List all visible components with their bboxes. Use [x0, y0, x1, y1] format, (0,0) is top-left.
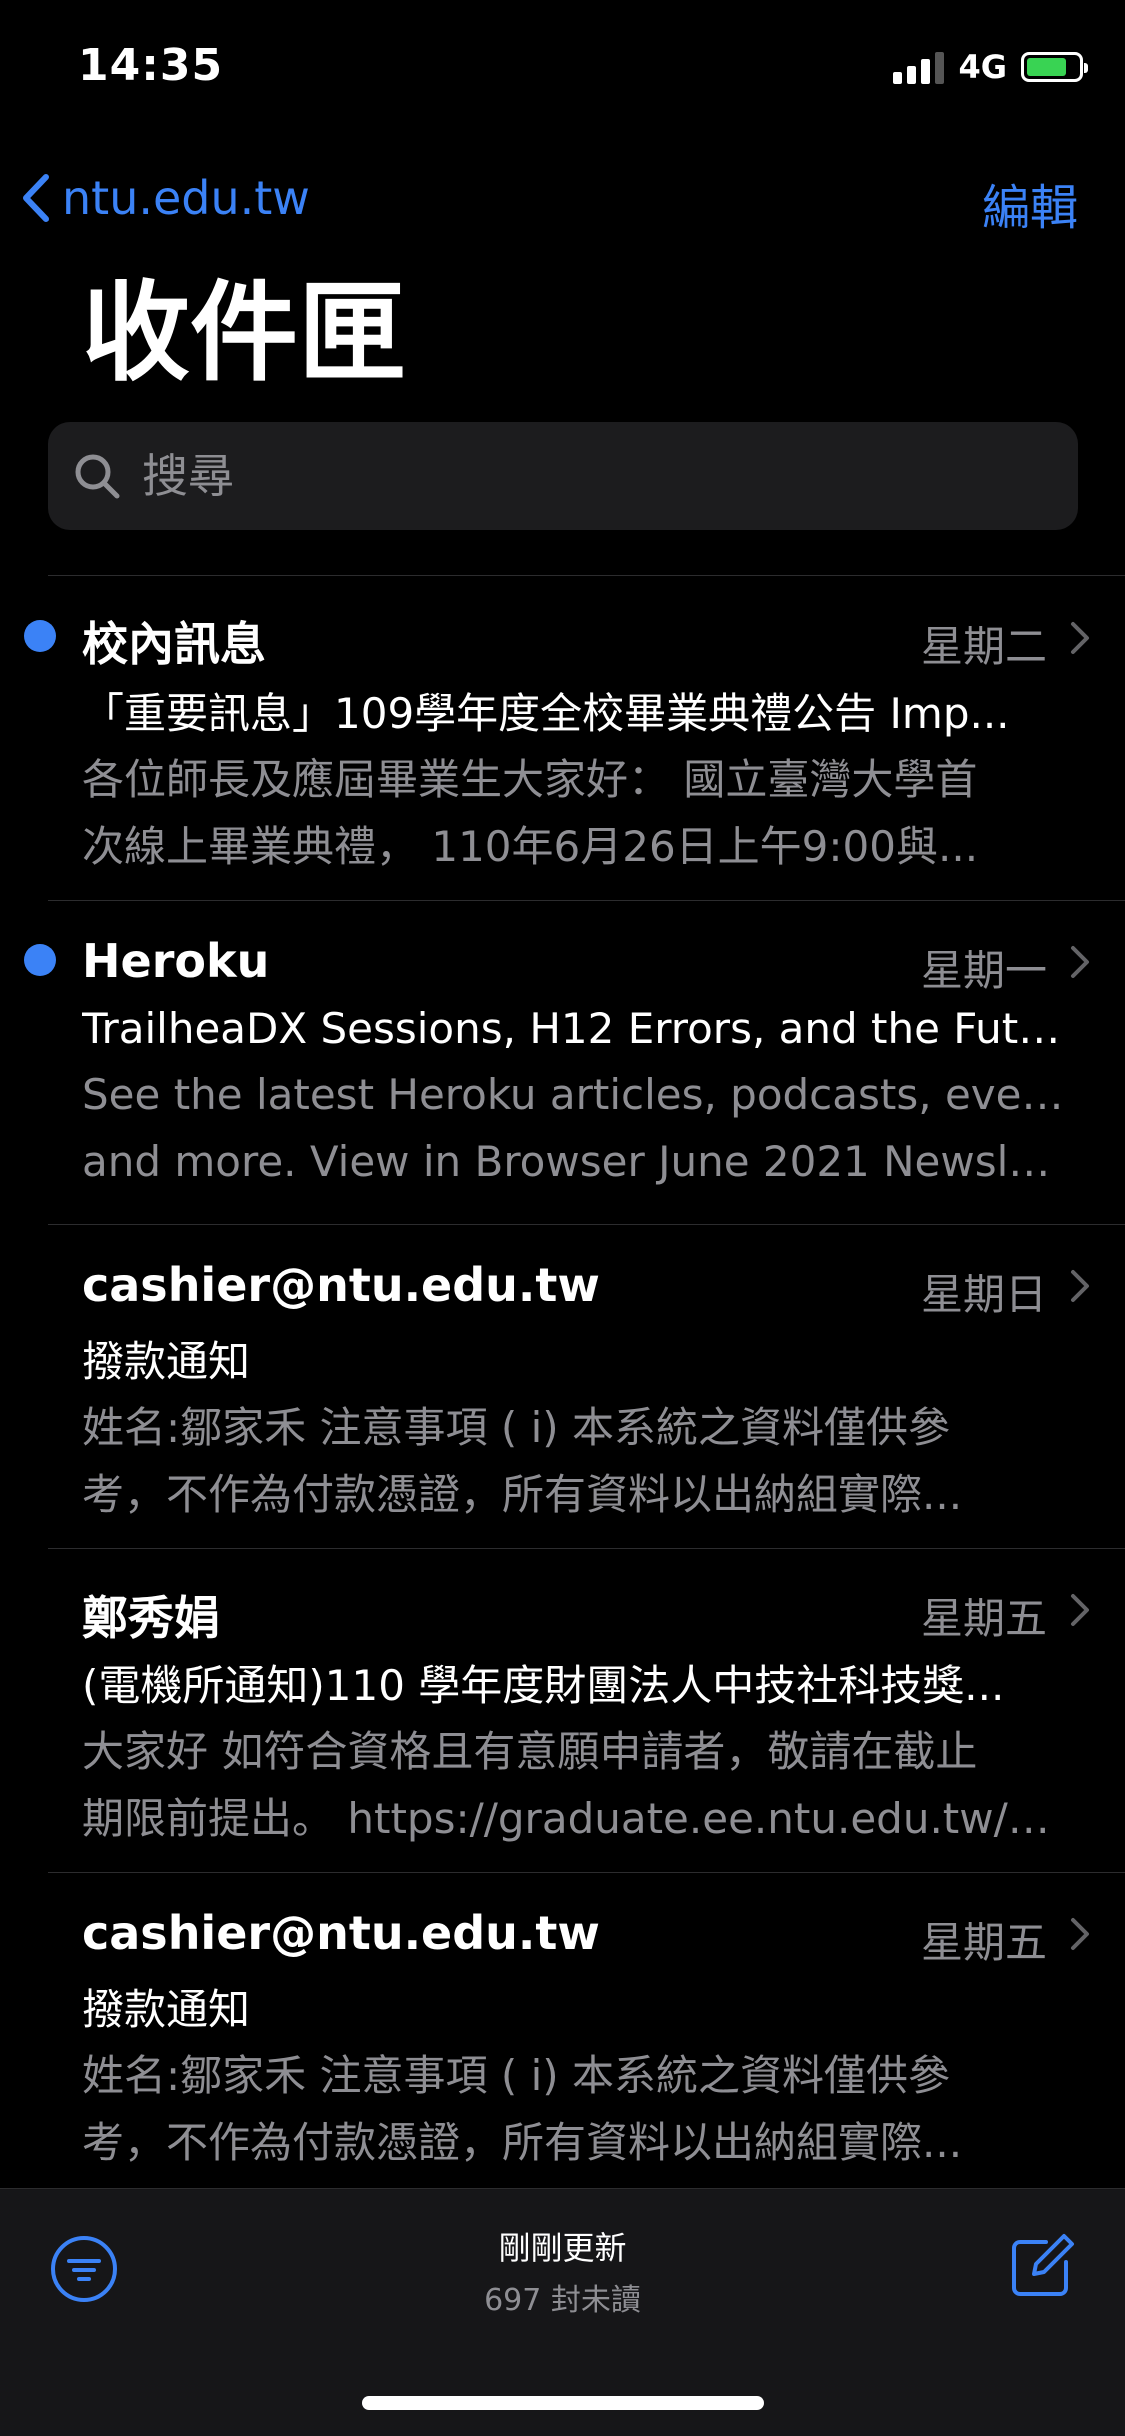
unread-indicator	[24, 620, 56, 652]
mail-date: 星期五	[920, 1918, 1047, 1967]
chevron-right-icon	[1071, 1594, 1089, 1626]
mail-preview-line: 次線上畢業典禮， 110年6月26日上午9:00與...	[82, 822, 979, 871]
chevron-right-icon	[1071, 1270, 1089, 1302]
mail-preview-line: 考，不作為付款憑證，所有資料以出納組實際...	[82, 2118, 963, 2167]
mail-item[interactable]: cashier@ntu.edu.tw 星期五 撥款通知 姓名:鄒家禾 注意事項 …	[0, 1894, 1125, 2188]
back-chevron-icon	[23, 173, 49, 222]
mail-subject: 撥款通知	[82, 1337, 251, 1386]
mail-preview-line: and more. View in Browser June 2021 News…	[82, 1137, 1072, 1186]
unread-indicator	[24, 944, 56, 976]
compose-icon	[1012, 2234, 1074, 2296]
mail-preview-line: See the latest Heroku articles, podcasts…	[82, 1070, 1072, 1119]
divider	[48, 575, 1125, 576]
divider	[48, 1224, 1125, 1225]
mail-preview-line: 期限前提出。 https://graduate.ee.ntu.edu.tw/#.…	[82, 1794, 1072, 1843]
mail-date: 星期一	[920, 946, 1047, 995]
compose-button[interactable]	[1003, 2227, 1081, 2305]
page-title: 收件匣	[82, 271, 407, 396]
mail-item[interactable]: Heroku 星期一 TrailheaDX Sessions, H12 Erro…	[0, 922, 1125, 1222]
edit-button[interactable]: 編輯	[982, 168, 1078, 238]
mail-preview-line: 考，不作為付款憑證，所有資料以出納組實際...	[82, 1470, 963, 1519]
signal-icon	[893, 50, 945, 84]
search-icon	[68, 447, 126, 505]
mail-sender: 鄭秀娟	[82, 1591, 220, 1645]
mail-subject: (電機所通知)110 學年度財團法人中技社科技獎...	[82, 1661, 1005, 1710]
chevron-right-icon	[1071, 1918, 1089, 1950]
mail-sender: cashier@ntu.edu.tw	[82, 1258, 600, 1312]
mail-sender: cashier@ntu.edu.tw	[82, 1906, 600, 1960]
mail-sender: Heroku	[82, 934, 270, 988]
mail-item[interactable]: 校內訊息 星期二 「重要訊息」109學年度全校畢業典禮公告 Imp... 各位師…	[0, 598, 1125, 898]
status-time: 14:35	[78, 40, 224, 91]
mail-subject: 「重要訊息」109學年度全校畢業典禮公告 Imp...	[82, 689, 1010, 738]
mail-sender: 校內訊息	[82, 617, 266, 671]
mail-date: 星期二	[920, 622, 1047, 671]
mail-preview-line: 各位師長及應屆畢業生大家好： 國立臺灣大學首	[82, 755, 978, 804]
mail-inbox-screen: 14:35 4G ntu.edu.tw 編輯 收件匣 校內訊息 星期二 「重要訊…	[0, 0, 1125, 2436]
network-label: 4G	[958, 48, 1007, 86]
mail-date: 星期日	[920, 1270, 1047, 1319]
chevron-right-icon	[1071, 622, 1089, 654]
divider	[48, 900, 1125, 901]
chevron-right-icon	[1071, 946, 1089, 978]
mail-subject: TrailheaDX Sessions, H12 Errors, and the…	[82, 1004, 1062, 1053]
mail-item[interactable]: 鄭秀娟 星期五 (電機所通知)110 學年度財團法人中技社科技獎... 大家好 …	[0, 1570, 1125, 1870]
mail-preview-line: 姓名:鄒家禾 注意事項 ( i) 本系統之資料僅供參	[82, 1403, 950, 1452]
mail-preview-line: 大家好 如符合資格且有意願申請者，敬請在截止	[82, 1727, 978, 1776]
mail-preview-line: 姓名:鄒家禾 注意事項 ( i) 本系統之資料僅供參	[82, 2051, 950, 2100]
search-bar[interactable]	[48, 422, 1078, 530]
back-label: ntu.edu.tw	[62, 170, 310, 225]
mail-subject: 撥款通知	[82, 1985, 251, 2034]
divider	[48, 1548, 1125, 1549]
mail-item[interactable]: cashier@ntu.edu.tw 星期日 撥款通知 姓名:鄒家禾 注意事項 …	[0, 1246, 1125, 1546]
unread-count: 697 封未讀	[484, 2283, 641, 2318]
status-indicators: 4G	[893, 48, 1088, 86]
mailbox-status: 剛剛更新 697 封未讀	[0, 2223, 1125, 2319]
mail-date: 星期五	[920, 1594, 1047, 1643]
search-input[interactable]	[140, 448, 1044, 504]
divider	[48, 1872, 1125, 1873]
status-bar: 14:35 4G	[0, 0, 1125, 132]
battery-icon	[1021, 52, 1088, 82]
home-indicator[interactable]	[362, 2396, 764, 2410]
update-status: 剛剛更新	[498, 2229, 627, 2267]
back-button[interactable]: ntu.edu.tw	[22, 165, 310, 230]
